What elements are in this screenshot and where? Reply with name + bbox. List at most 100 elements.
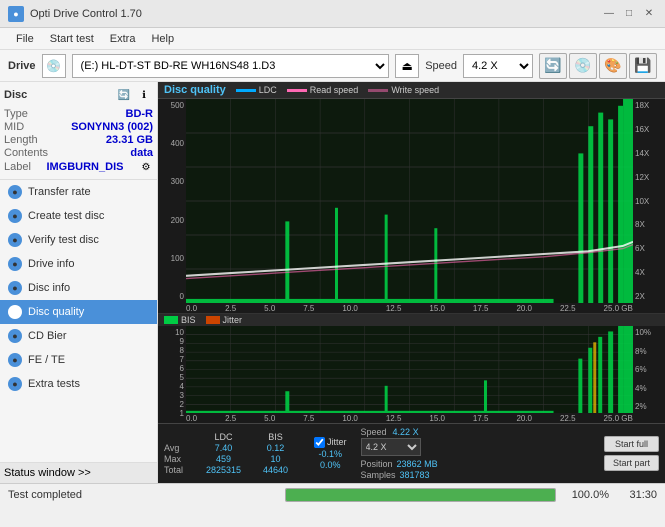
eject-button[interactable]: ⏏ (395, 54, 419, 78)
disc-quality-icon: ● (8, 305, 22, 319)
nav-item-verify-test-disc[interactable]: ● Verify test disc (0, 228, 157, 252)
label-label: Label (4, 161, 31, 173)
top-chart-plot (186, 99, 633, 303)
start-full-button[interactable]: Start full (604, 436, 659, 452)
maximize-button[interactable]: □ (621, 6, 637, 22)
bottom-y-left: 10 9 8 7 6 5 4 3 2 1 (158, 326, 186, 413)
bis-label: BIS (181, 315, 196, 325)
status-window-button[interactable]: Status window >> (4, 467, 153, 479)
avg-jitter: -0.1% (314, 449, 347, 459)
top-x-axis: 0.0 2.5 5.0 7.5 10.0 12.5 15.0 17.5 20.0… (158, 303, 665, 313)
nav-label-drive-info: Drive info (28, 258, 74, 270)
avg-ldc: 7.40 (196, 443, 251, 453)
legend-ldc: LDC (236, 85, 277, 95)
ldc-label: LDC (259, 85, 277, 95)
status-window-section: Status window >> (0, 462, 157, 483)
nav-item-transfer-rate[interactable]: ● Transfer rate (0, 180, 157, 204)
drive-select[interactable]: (E:) HL-DT-ST BD-RE WH16NS48 1.D3 (72, 54, 390, 78)
bottom-chart-title-bar: BIS Jitter (158, 314, 665, 326)
jitter-checkbox[interactable] (314, 437, 325, 448)
legend-write-speed: Write speed (368, 85, 439, 95)
nav-label-verify-test-disc: Verify test disc (28, 234, 99, 246)
disc-label-row: Label IMGBURN_DIS ⚙ (4, 160, 153, 174)
nav-item-cd-bier[interactable]: ● CD Bier (0, 324, 157, 348)
position-label: Position (361, 459, 393, 469)
top-chart-container: 500 400 300 200 100 0 (158, 99, 665, 303)
jitter-header-label: Jitter (327, 437, 347, 447)
x-20: 20.0 (516, 304, 532, 313)
type-label: Type (4, 108, 28, 120)
samples-label: Samples (361, 470, 396, 480)
nav-item-extra-tests[interactable]: ● Extra tests (0, 372, 157, 396)
label-icon[interactable]: ⚙ (139, 160, 153, 174)
progress-percentage: 100.0% (564, 489, 609, 501)
speed-select[interactable]: 4.2 X (463, 54, 533, 78)
stats-panel: LDC BIS Avg 7.40 0.12 Max 459 10 Total 2… (158, 423, 665, 483)
menu-file[interactable]: File (8, 31, 42, 47)
menu-start-test[interactable]: Start test (42, 31, 102, 47)
statusbar: Test completed 100.0% 31:30 (0, 483, 665, 505)
nav-item-fe-te[interactable]: ● FE / TE (0, 348, 157, 372)
save-icon[interactable]: 💾 (629, 53, 657, 79)
drive-label: Drive (8, 60, 36, 72)
avg-label: Avg (164, 443, 194, 453)
nav-item-drive-info[interactable]: ● Drive info (0, 252, 157, 276)
menu-help[interactable]: Help (143, 31, 182, 47)
refresh-icon[interactable]: 🔄 (539, 53, 567, 79)
nav-label-extra-tests: Extra tests (28, 378, 80, 390)
menu-extra[interactable]: Extra (102, 31, 144, 47)
drive-icon[interactable]: 💿 (42, 54, 66, 78)
palette-icon[interactable]: 🎨 (599, 53, 627, 79)
close-button[interactable]: ✕ (641, 6, 657, 22)
disc-info-icon[interactable]: ℹ (135, 86, 153, 104)
start-part-button[interactable]: Start part (604, 455, 659, 471)
label-value: IMGBURN_DIS (46, 161, 123, 173)
x-22.5: 22.5 (560, 304, 576, 313)
nav-item-create-test-disc[interactable]: ● Create test disc (0, 204, 157, 228)
speed-dropdown[interactable]: 4.2 X (361, 438, 421, 456)
disc-length-row: Length 23.31 GB (4, 134, 153, 146)
y-300: 300 (158, 177, 184, 186)
max-jitter: 0.0% (314, 460, 347, 470)
x-10: 10.0 (342, 304, 358, 313)
jitter-legend: Jitter (206, 315, 243, 325)
jitter-color (206, 316, 220, 324)
bis-header: BIS (253, 432, 298, 442)
transfer-rate-icon: ● (8, 185, 22, 199)
max-ldc: 459 (196, 454, 251, 464)
yr-16x: 16X (635, 125, 665, 134)
main-content: Disc 🔄 ℹ Type BD-R MID SONYNN3 (002) Len… (0, 82, 665, 483)
disc-contents-row: Contents data (4, 147, 153, 159)
disc-icon[interactable]: 💿 (569, 53, 597, 79)
jitter-checkbox-row: Jitter (314, 437, 347, 448)
nav-label-disc-info: Disc info (28, 282, 70, 294)
x-5: 5.0 (264, 304, 275, 313)
y-0: 0 (158, 292, 184, 301)
position-value: 23862 MB (397, 459, 438, 469)
nav-label-create-test-disc: Create test disc (28, 210, 104, 222)
yr-2x: 2X (635, 292, 665, 301)
status-completed-text: Test completed (8, 489, 277, 501)
y-400: 400 (158, 139, 184, 148)
stats-avg-row: Avg 7.40 0.12 (164, 443, 304, 453)
write-speed-label: Write speed (391, 85, 439, 95)
length-value: 23.31 GB (106, 134, 153, 146)
chart-title-bar: Disc quality LDC Read speed Write speed (158, 82, 665, 99)
create-test-disc-icon: ● (8, 209, 22, 223)
stats-header-row: LDC BIS (164, 432, 304, 442)
nav-label-disc-quality: Disc quality (28, 306, 84, 318)
samples-row: Samples 381783 (361, 470, 438, 480)
disc-icons: 🔄 ℹ (115, 86, 153, 104)
bottom-x-axis: 0.0 2.5 5.0 7.5 10.0 12.5 15.0 17.5 20.0… (158, 413, 665, 423)
speed-label: Speed (361, 427, 387, 437)
jitter-label: Jitter (223, 315, 243, 325)
nav-items: ● Transfer rate ● Create test disc ● Ver… (0, 180, 157, 462)
nav-item-disc-info[interactable]: ● Disc info (0, 276, 157, 300)
nav-item-disc-quality[interactable]: ● Disc quality (0, 300, 157, 324)
disc-refresh-icon[interactable]: 🔄 (115, 86, 133, 104)
minimize-button[interactable]: — (601, 6, 617, 22)
yr-18x: 18X (635, 101, 665, 110)
ldc-color (236, 89, 256, 92)
titlebar-left: ● Opti Drive Control 1.70 (8, 6, 142, 22)
bottom-chart-svg (186, 326, 633, 413)
